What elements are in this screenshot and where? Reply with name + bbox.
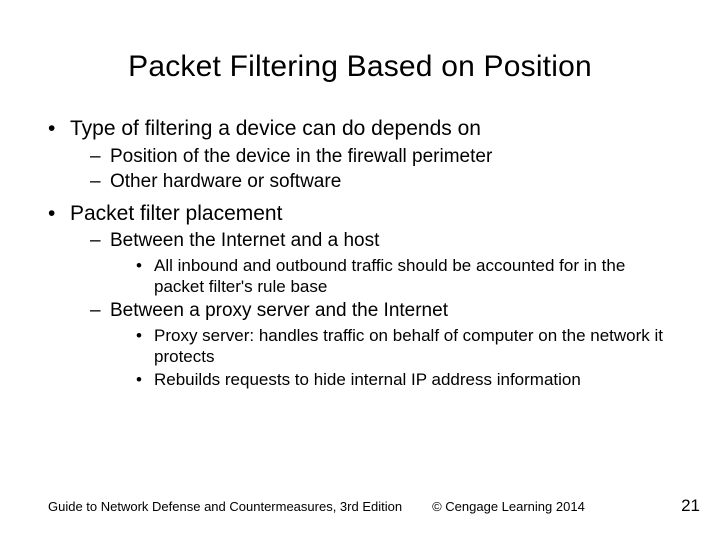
footer: Guide to Network Defense and Countermeas… [48, 496, 700, 516]
bullet-l1: Type of filtering a device can do depend… [48, 116, 672, 195]
slide: Packet Filtering Based on Position Type … [0, 0, 720, 540]
bullet-text: Proxy server: handles traffic on behalf … [154, 326, 663, 366]
footer-copyright: © Cengage Learning 2014 [432, 499, 585, 514]
bullet-text: Position of the device in the firewall p… [110, 146, 492, 167]
sub-sub-list: Proxy server: handles traffic on behalf … [90, 325, 672, 391]
bullet-text: Between the Internet and a host [110, 230, 379, 251]
bullet-l2: Position of the device in the firewall p… [90, 145, 672, 169]
bullet-text: All inbound and outbound traffic should … [154, 256, 625, 296]
bullet-text: Between a proxy server and the Internet [110, 300, 448, 321]
bullet-text: Rebuilds requests to hide internal IP ad… [154, 370, 581, 389]
slide-number: 21 [681, 496, 700, 516]
bullet-l3: Proxy server: handles traffic on behalf … [136, 325, 672, 368]
sub-sub-list: All inbound and outbound traffic should … [90, 255, 672, 298]
bullet-text: Other hardware or software [110, 171, 341, 192]
sub-list: Position of the device in the firewall p… [48, 145, 672, 195]
sub-list: Between the Internet and a host All inbo… [48, 229, 672, 390]
bullet-text: Type of filtering a device can do depend… [70, 117, 481, 140]
bullet-l1: Packet filter placement Between the Inte… [48, 201, 672, 391]
bullet-l2: Between a proxy server and the Internet … [90, 299, 672, 390]
slide-title: Packet Filtering Based on Position [48, 50, 672, 84]
bullet-l3: Rebuilds requests to hide internal IP ad… [136, 369, 672, 390]
bullet-list: Type of filtering a device can do depend… [48, 116, 672, 390]
bullet-l2: Between the Internet and a host All inbo… [90, 229, 672, 297]
bullet-l2: Other hardware or software [90, 170, 672, 194]
footer-source: Guide to Network Defense and Countermeas… [48, 499, 402, 514]
bullet-l3: All inbound and outbound traffic should … [136, 255, 672, 298]
bullet-text: Packet filter placement [70, 202, 282, 225]
